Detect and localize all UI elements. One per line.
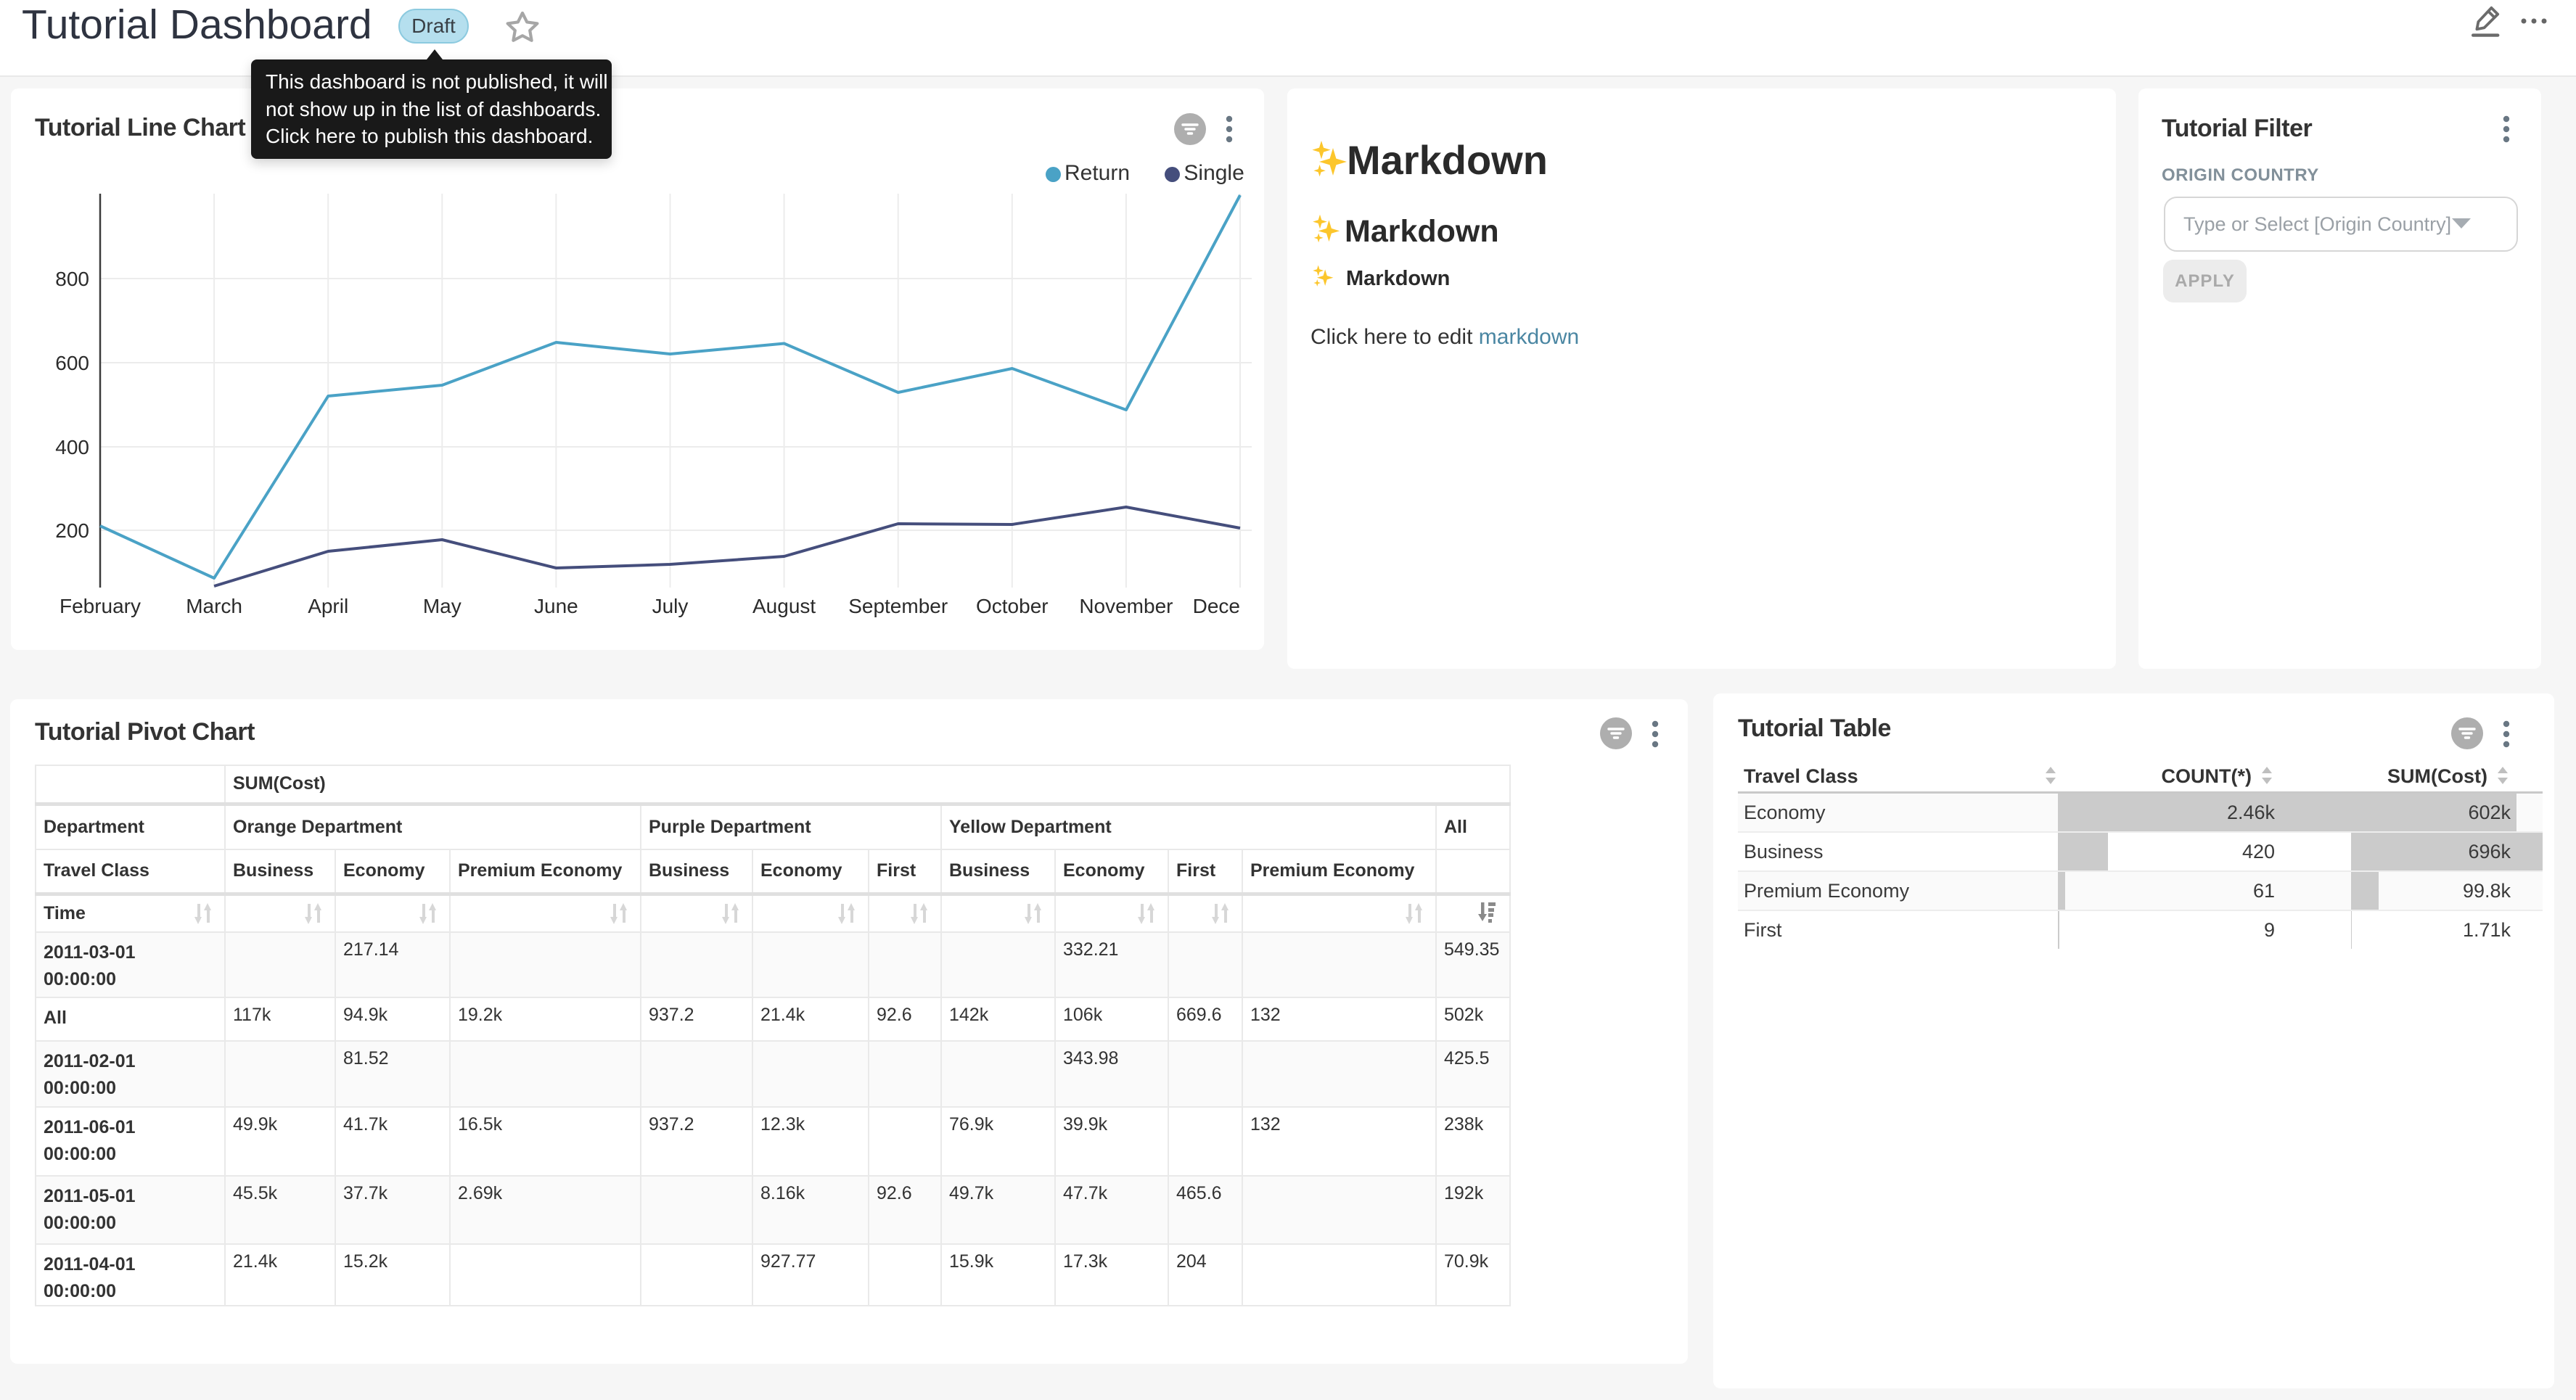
svg-text:May: May [423, 595, 462, 617]
svg-text:200: 200 [55, 519, 89, 542]
svg-text:June: June [534, 595, 578, 617]
svg-text:September: September [848, 595, 948, 617]
svg-text:July: July [652, 595, 689, 617]
svg-text:800: 800 [55, 268, 89, 290]
svg-text:March: March [186, 595, 242, 617]
svg-text:600: 600 [55, 352, 89, 374]
svg-text:August: August [752, 595, 816, 617]
svg-text:Dece: Dece [1193, 595, 1240, 617]
svg-text:November: November [1079, 595, 1173, 617]
svg-text:April: April [308, 595, 348, 617]
svg-text:400: 400 [55, 436, 89, 458]
svg-text:February: February [60, 595, 141, 617]
svg-text:October: October [976, 595, 1049, 617]
